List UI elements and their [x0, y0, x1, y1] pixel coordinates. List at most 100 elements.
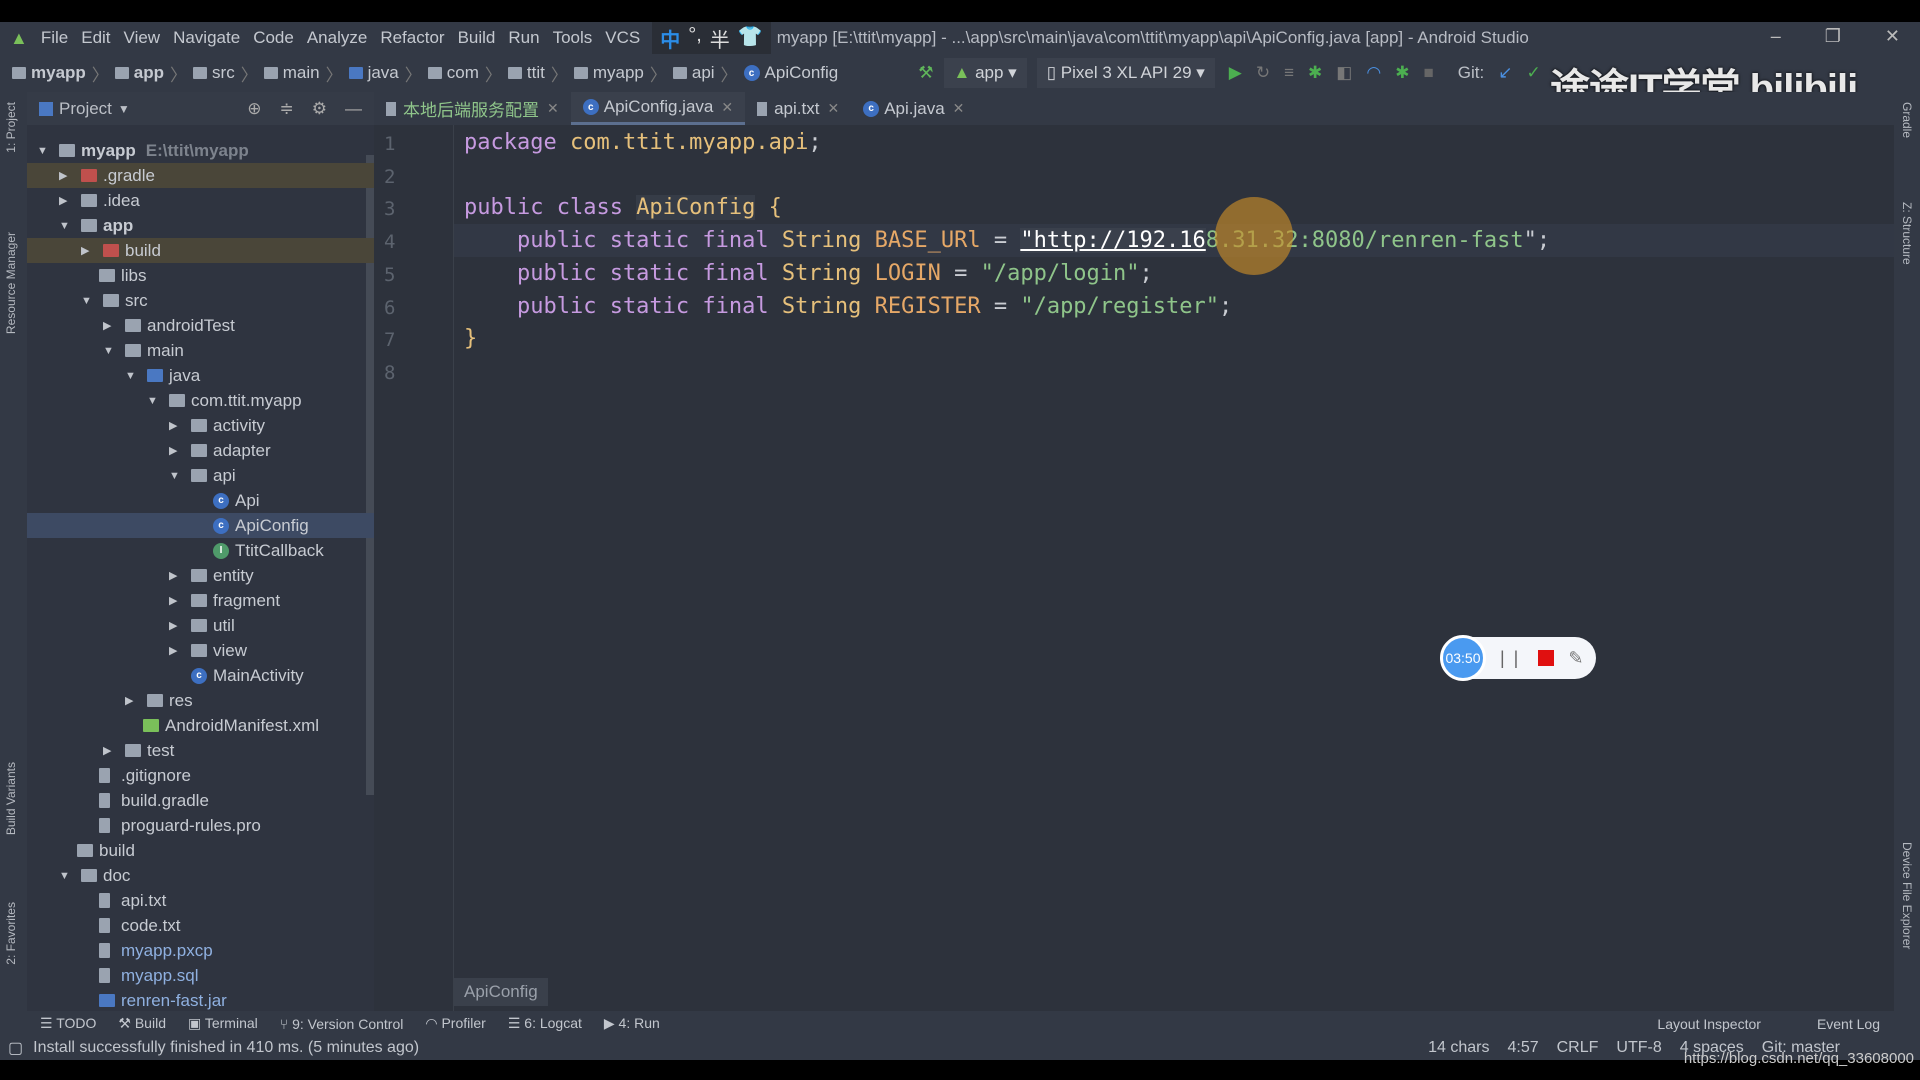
menu-build[interactable]: Build [458, 28, 496, 48]
git-update-icon[interactable]: ↙ [1498, 63, 1512, 83]
tree-item[interactable]: ▼ java [27, 363, 374, 388]
device-file-explorer-tool-button[interactable]: Device File Explorer [1900, 842, 1914, 949]
gradle-tool-button[interactable]: Gradle [1900, 102, 1914, 138]
ime-skin-icon[interactable]: 👕 [738, 24, 763, 53]
tab-api-txt[interactable]: api.txt ✕ [745, 92, 851, 125]
menu-analyze[interactable]: Analyze [307, 28, 367, 48]
code-line[interactable]: public static final String REGISTER = "/… [464, 294, 1232, 319]
collapsed-arrow-icon[interactable]: ▶ [81, 244, 89, 257]
breadcrumb-item[interactable]: api 〉 [672, 61, 738, 86]
tool-event-log[interactable]: Event Log [1817, 1016, 1880, 1032]
hide-icon[interactable]: — [345, 99, 362, 119]
code-line[interactable]: public static final String BASE_URl = "h… [464, 228, 1550, 254]
tree-item[interactable]: ▶ .gradle [27, 163, 374, 188]
collapsed-arrow-icon[interactable]: ▶ [169, 419, 177, 432]
close-tab-icon[interactable]: ✕ [721, 99, 733, 116]
status-toggle-icon[interactable]: ▢ [8, 1038, 23, 1058]
expanded-arrow-icon[interactable]: ▼ [59, 220, 70, 232]
tree-item[interactable]: myapp.pxcp [27, 938, 374, 963]
menu-view[interactable]: View [124, 28, 161, 48]
tool-6-logcat[interactable]: ☰ 6: Logcat [508, 1015, 582, 1032]
attach-debugger-icon[interactable]: ✱ [1395, 63, 1409, 83]
breadcrumb-item[interactable]: myapp 〉 [573, 61, 667, 86]
tool-build[interactable]: ⚒ Build [118, 1015, 166, 1032]
collapsed-arrow-icon[interactable]: ▶ [59, 194, 67, 207]
code-line[interactable]: } [464, 326, 477, 351]
close-tab-icon[interactable]: ✕ [953, 100, 965, 117]
tree-item[interactable]: ▶ androidTest [27, 313, 374, 338]
tree-item[interactable]: ▼ doc [27, 863, 374, 888]
tool-layout-inspector[interactable]: Layout Inspector [1657, 1016, 1761, 1032]
collapsed-arrow-icon[interactable]: ▶ [125, 694, 133, 707]
tool-todo[interactable]: ☰ TODO [40, 1015, 96, 1032]
tab--[interactable]: 本地后端服务配置 ✕ [374, 92, 571, 125]
ime-punct[interactable]: °, [688, 24, 702, 53]
menu-refactor[interactable]: Refactor [380, 28, 444, 48]
tab-apiconfig-java[interactable]: c ApiConfig.java ✕ [570, 92, 746, 125]
expanded-arrow-icon[interactable]: ▼ [103, 345, 114, 357]
tree-item[interactable]: .gitignore [27, 763, 374, 788]
tree-item[interactable]: proguard-rules.pro [27, 813, 374, 838]
project-tool-button[interactable]: 1: Project [4, 102, 18, 153]
tree-item[interactable]: I TtitCallback [27, 538, 374, 563]
debug-icon[interactable]: ✱ [1308, 63, 1322, 83]
menu-edit[interactable]: Edit [81, 28, 110, 48]
expanded-arrow-icon[interactable]: ▼ [169, 470, 180, 482]
breadcrumb-item[interactable]: ttit 〉 [507, 61, 568, 86]
gear-icon[interactable]: ⚙ [312, 99, 327, 119]
tree-item[interactable]: ▼ myapp E:\ttit\myapp [27, 138, 374, 163]
collapsed-arrow-icon[interactable]: ▶ [103, 319, 111, 332]
caret-position[interactable]: 4:57 [1507, 1039, 1538, 1057]
tree-item[interactable]: ▼ api [27, 463, 374, 488]
collapsed-arrow-icon[interactable]: ▶ [59, 169, 67, 182]
close-tab-icon[interactable]: ✕ [827, 100, 839, 117]
menu-navigate[interactable]: Navigate [173, 28, 240, 48]
maximize-button[interactable]: ❐ [1825, 26, 1841, 47]
tree-item[interactable]: ▶ test [27, 738, 374, 763]
tree-item[interactable]: ▶ build [27, 238, 374, 263]
tool-9-version-control[interactable]: ⑂ 9: Version Control [280, 1016, 404, 1032]
ime-width[interactable]: 半 [710, 24, 730, 53]
tree-item[interactable]: ▶ res [27, 688, 374, 713]
device-select[interactable]: ▯ Pixel 3 XL API 29 ▾ [1036, 58, 1215, 88]
structure-tool-button[interactable]: Z: Structure [1900, 202, 1914, 265]
breadcrumb-item[interactable]: src 〉 [193, 61, 258, 86]
tree-item[interactable]: ▶ .idea [27, 188, 374, 213]
menu-code[interactable]: Code [253, 28, 294, 48]
status-message[interactable]: Install successfully finished in 410 ms.… [33, 1039, 419, 1057]
tree-item[interactable]: ▶ adapter [27, 438, 374, 463]
tree-item[interactable]: c Api [27, 488, 374, 513]
breadcrumb-item[interactable]: com 〉 [427, 61, 502, 86]
tool-profiler[interactable]: ◠ Profiler [425, 1015, 485, 1032]
menu-file[interactable]: File [41, 28, 68, 48]
breadcrumb-item[interactable]: java 〉 [348, 61, 422, 86]
tab-api-java[interactable]: c Api.java ✕ [851, 92, 976, 125]
apply-code-icon[interactable]: ≡ [1284, 63, 1294, 83]
ime-toolbar[interactable]: 中 °, 半 👕 [652, 21, 771, 55]
coverage-icon[interactable]: ◧ [1336, 63, 1352, 83]
breadcrumb-item[interactable]: myapp 〉 [12, 61, 109, 86]
run-icon[interactable]: ▶ [1229, 63, 1242, 83]
expanded-arrow-icon[interactable]: ▼ [81, 295, 92, 307]
tree-item[interactable]: code.txt [27, 913, 374, 938]
ime-lang[interactable]: 中 [660, 24, 680, 53]
tree-item[interactable]: renren-fast.jar [27, 988, 374, 1011]
code-line[interactable]: public static final String LOGIN = "/app… [464, 261, 1153, 286]
menu-run[interactable]: Run [508, 28, 539, 48]
expanded-arrow-icon[interactable]: ▼ [147, 395, 158, 407]
tree-item[interactable]: ▼ com.ttit.myapp [27, 388, 374, 413]
tree-item[interactable]: ▼ main [27, 338, 374, 363]
collapsed-arrow-icon[interactable]: ▶ [103, 744, 111, 757]
resource-manager-tool-button[interactable]: Resource Manager [4, 232, 18, 334]
tree-item[interactable]: ▶ util [27, 613, 374, 638]
collapsed-arrow-icon[interactable]: ▶ [169, 644, 177, 657]
stop-icon[interactable]: ■ [1423, 63, 1433, 83]
close-tab-icon[interactable]: ✕ [547, 100, 559, 117]
collapse-all-icon[interactable]: ≑ [280, 99, 294, 119]
favorites-tool-button[interactable]: 2: Favorites [4, 902, 18, 965]
breadcrumb-item[interactable]: main 〉 [263, 61, 343, 86]
profile-icon[interactable]: ◠ [1366, 63, 1381, 83]
menu-tools[interactable]: Tools [553, 28, 593, 48]
pen-icon[interactable]: ✎ [1568, 648, 1583, 669]
tree-item[interactable]: ▶ view [27, 638, 374, 663]
